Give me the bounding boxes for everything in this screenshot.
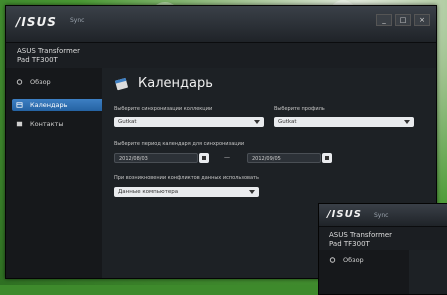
collection-label: Выберите синхронизации коллекции: [114, 106, 213, 112]
conflict-label: При возникновении конфликтов данных испо…: [114, 175, 259, 181]
title-bar: /ISUS Sync: [319, 204, 447, 227]
conflict-value: Данные компьютера: [118, 189, 179, 195]
asus-logo: /ISUS: [327, 209, 362, 220]
page-title: Календарь: [138, 76, 213, 91]
asus-sync-window-secondary: /ISUS Sync ASUS Transformer Pad TF300T О…: [318, 203, 447, 295]
contacts-icon: [16, 121, 23, 127]
date-from-field[interactable]: 2012/08/03: [114, 153, 198, 163]
secondary-panel: [409, 250, 447, 294]
close-button[interactable]: ×: [414, 14, 430, 26]
device-name-line1: ASUS Transformer: [329, 231, 393, 239]
sidebar: Обзор Календарь Контакты: [6, 68, 110, 278]
device-name: ASUS Transformer Pad TF300T: [17, 47, 80, 65]
overview-icon: [16, 79, 23, 85]
period-label: Выберите период календаря для синхрониза…: [114, 141, 245, 147]
sidebar-item-overview[interactable]: Обзор: [12, 76, 51, 88]
device-name: ASUS Transformer Pad TF300T: [329, 231, 392, 249]
sidebar-item-label: Календарь: [30, 101, 68, 109]
chevron-down-icon: [249, 190, 255, 194]
device-name-line2: Pad TF300T: [17, 56, 58, 64]
sidebar-item-contacts[interactable]: Контакты: [12, 118, 63, 130]
asus-logo: /ISUS: [16, 15, 57, 29]
sidebar-item-label: Контакты: [30, 120, 64, 128]
profile-value: Gutkat: [278, 119, 297, 125]
maximize-button[interactable]: □: [395, 14, 411, 26]
date-range-dash: —: [224, 154, 230, 161]
collection-value: Gutkat: [118, 119, 137, 125]
device-name-line2: Pad TF300T: [329, 240, 370, 248]
sync-label: Sync: [374, 212, 389, 219]
calendar-icon: [114, 77, 128, 91]
sync-label: Sync: [70, 17, 85, 24]
conflict-select[interactable]: Данные компьютера: [114, 187, 259, 197]
sidebar-item-label: Обзор: [343, 256, 364, 264]
sidebar-item-label: Обзор: [30, 78, 51, 86]
minimize-button[interactable]: _: [376, 14, 392, 26]
sidebar-item-calendar[interactable]: Календарь: [12, 99, 110, 111]
title-bar: /ISUS Sync _ □ ×: [6, 6, 436, 43]
collection-select[interactable]: Gutkat: [114, 117, 264, 127]
date-to-field[interactable]: 2012/09/05: [247, 153, 321, 163]
calendar-icon: [16, 102, 23, 108]
sidebar-item-overview[interactable]: Обзор: [325, 254, 364, 266]
chevron-down-icon: [254, 120, 260, 124]
overview-icon: [329, 257, 336, 263]
date-from-picker-button[interactable]: [199, 153, 209, 163]
profile-select[interactable]: Gutkat: [274, 117, 414, 127]
date-to-picker-button[interactable]: [322, 153, 332, 163]
device-name-line1: ASUS Transformer: [17, 47, 81, 55]
profile-label: Выберите профиль: [274, 106, 325, 112]
chevron-down-icon: [404, 120, 410, 124]
window-controls: _ □ ×: [376, 14, 430, 26]
sidebar: Обзор: [319, 250, 409, 294]
